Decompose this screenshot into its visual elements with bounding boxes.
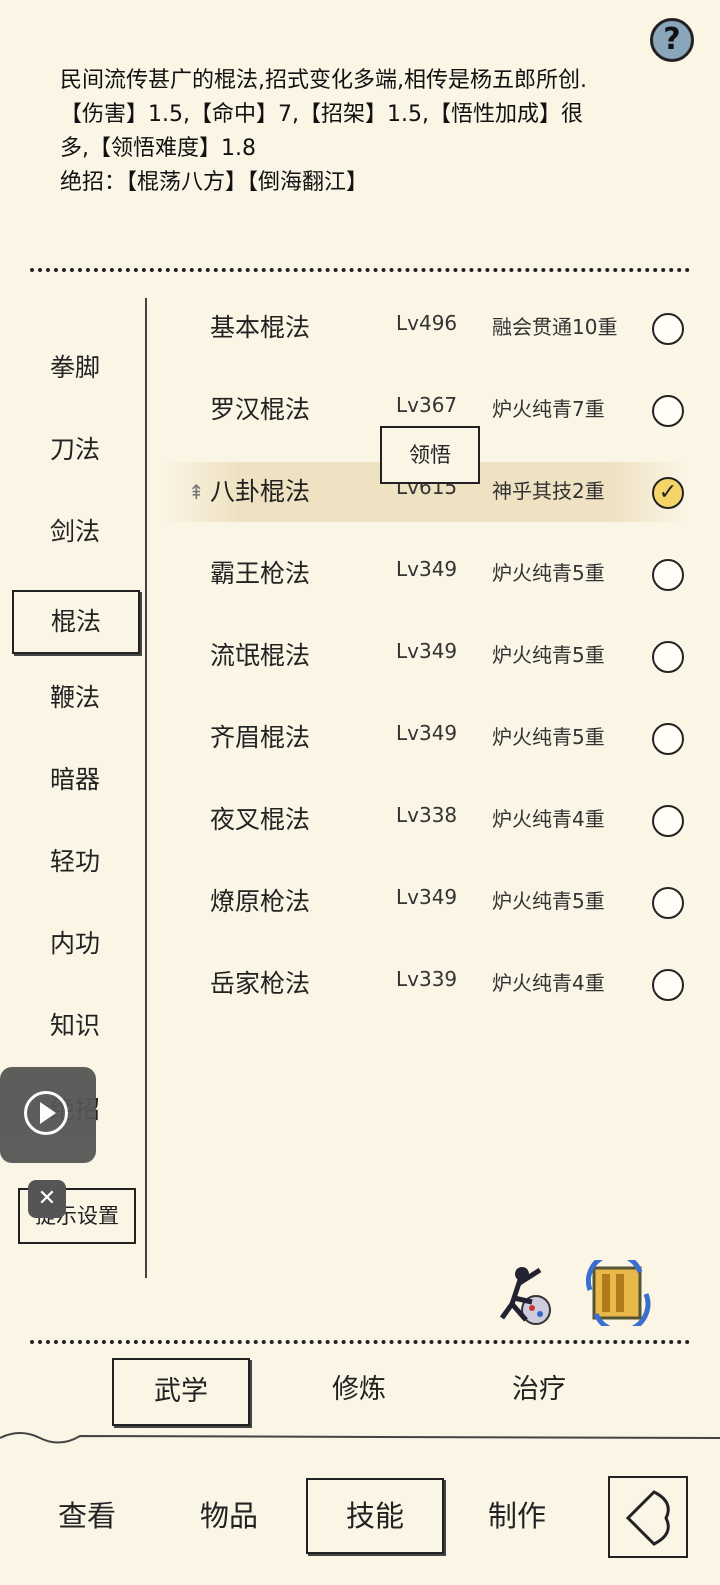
skill-row[interactable]: 齐眉棍法 Lv349 炉火纯青5重	[160, 708, 690, 768]
select-radio[interactable]	[652, 559, 684, 591]
description-line: 多,【领悟难度】1.8	[60, 136, 256, 161]
skill-row[interactable]: 流氓棍法 Lv349 炉火纯青5重	[160, 626, 690, 686]
divider	[145, 298, 147, 1278]
nav-items[interactable]: 物品	[162, 1480, 296, 1552]
skill-name: 齐眉棍法	[210, 723, 311, 752]
divider	[30, 1340, 690, 1344]
skill-name: 流氓棍法	[210, 641, 311, 670]
category-anqi[interactable]: 暗器	[20, 758, 130, 802]
category-jianfa[interactable]: 剑法	[20, 510, 130, 554]
skill-level: Lv349	[396, 557, 458, 581]
select-radio[interactable]	[652, 313, 684, 345]
upgrade-arrow-icon: ⇞	[188, 480, 205, 504]
skill-name: 霸王枪法	[210, 559, 311, 588]
select-radio-checked[interactable]: ✓	[652, 477, 684, 509]
skill-rank: 炉火纯青5重	[492, 725, 605, 749]
skill-rank: 炉火纯青7重	[492, 397, 605, 421]
skill-name: 基本棍法	[210, 313, 311, 342]
skill-name: 燎原枪法	[210, 887, 311, 916]
skill-rank: 炉火纯青4重	[492, 971, 605, 995]
category-qinggong[interactable]: 轻功	[20, 840, 130, 884]
martial-figure-icon[interactable]	[492, 1258, 562, 1328]
select-radio[interactable]	[652, 969, 684, 1001]
skill-rank: 炉火纯青5重	[492, 561, 605, 585]
skill-rank: 炉火纯青5重	[492, 889, 605, 913]
skill-level: Lv349	[396, 639, 458, 663]
category-zhishi[interactable]: 知识	[20, 1004, 130, 1048]
skill-row[interactable]: 霸王枪法 Lv349 炉火纯青5重	[160, 544, 690, 604]
skill-rank: 炉火纯青5重	[492, 643, 605, 667]
video-overlay[interactable]	[0, 1067, 96, 1163]
play-triangle-icon	[40, 1102, 56, 1124]
select-radio[interactable]	[652, 887, 684, 919]
skill-level: Lv339	[396, 967, 458, 991]
description-line: 绝招：【棍荡八方】【倒海翻江】	[60, 170, 369, 195]
nav-craft[interactable]: 制作	[450, 1480, 584, 1552]
skill-description: 民间流传甚广的棍法,招式变化多端,相传是杨五郎所创. 【伤害】1.5,【命中】7…	[60, 64, 660, 200]
skill-name: 夜叉棍法	[210, 805, 311, 834]
skill-row[interactable]: 岳家枪法 Lv339 炉火纯青4重	[160, 954, 690, 1014]
skill-name: 罗汉棍法	[210, 395, 311, 424]
nav-view[interactable]: 查看	[20, 1480, 154, 1552]
brush-divider	[0, 1432, 720, 1444]
back-button[interactable]	[608, 1476, 688, 1558]
skill-name: 八卦棍法	[210, 477, 311, 506]
select-radio[interactable]	[652, 723, 684, 755]
skill-row[interactable]: 夜叉棍法 Lv338 炉火纯青4重	[160, 790, 690, 850]
comprehend-tooltip[interactable]: 领悟	[380, 426, 480, 484]
tab-zhiliao[interactable]: 治疗	[472, 1358, 606, 1422]
nav-skills[interactable]: 技能	[306, 1478, 444, 1554]
tab-xiulian[interactable]: 修炼	[292, 1358, 426, 1422]
select-radio[interactable]	[652, 395, 684, 427]
description-line: 【伤害】1.5,【命中】7,【招架】1.5,【悟性加成】很	[60, 102, 583, 127]
back-arrow-icon	[625, 1490, 670, 1546]
category-neigong[interactable]: 内功	[20, 922, 130, 966]
skill-level: Lv496	[396, 311, 458, 335]
skill-level: Lv338	[396, 803, 458, 827]
select-radio[interactable]	[652, 641, 684, 673]
skill-level: Lv349	[396, 721, 458, 745]
help-button[interactable]: ?	[650, 18, 694, 62]
skill-level: Lv349	[396, 885, 458, 909]
switch-book-icon[interactable]	[586, 1260, 652, 1326]
skill-name: 岳家枪法	[210, 969, 311, 998]
category-quanjiao[interactable]: 拳脚	[20, 346, 130, 390]
skill-rank: 融会贯通10重	[492, 315, 618, 339]
skill-rank: 炉火纯青4重	[492, 807, 605, 831]
close-icon[interactable]: ✕	[28, 1180, 66, 1218]
divider	[30, 268, 690, 272]
tab-wuxue[interactable]: 武学	[112, 1358, 250, 1426]
skill-level: Lv367	[396, 393, 458, 417]
select-radio[interactable]	[652, 805, 684, 837]
category-gunfa[interactable]: 棍法	[12, 590, 140, 654]
skill-rank: 神乎其技2重	[492, 479, 605, 503]
description-line: 民间流传甚广的棍法,招式变化多端,相传是杨五郎所创.	[60, 68, 587, 93]
skill-row[interactable]: 基本棍法 Lv496 融会贯通10重	[160, 298, 690, 358]
category-daofa[interactable]: 刀法	[20, 428, 130, 472]
category-bianfa[interactable]: 鞭法	[20, 676, 130, 720]
skill-row[interactable]: 燎原枪法 Lv349 炉火纯青5重	[160, 872, 690, 932]
